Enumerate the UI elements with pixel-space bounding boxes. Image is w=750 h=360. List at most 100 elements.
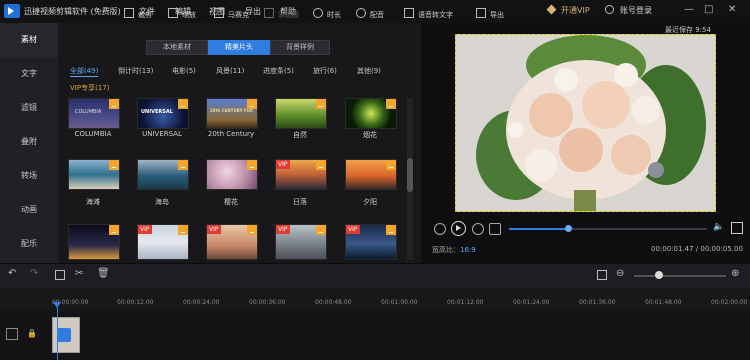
thumbnail-street[interactable]: VIP <box>275 224 327 260</box>
track-lock-icon[interactable]: 🔒 <box>27 329 37 338</box>
download-icon <box>247 160 257 170</box>
playhead[interactable] <box>53 302 61 360</box>
vip-exclusive-label[interactable]: VIP专享(17) <box>70 83 109 93</box>
thumbnail-tech[interactable]: VIP <box>345 224 397 260</box>
timeline-ruler[interactable]: 00:00:00.00 00:00:12.00 00:00:24.00 00:0… <box>0 288 750 310</box>
aspect-label: 宽高比： <box>432 246 460 254</box>
category-all[interactable]: 全部(49) <box>70 66 99 77</box>
preview-frame[interactable] <box>455 34 716 212</box>
aspect-ratio[interactable]: 宽高比：16:9 <box>432 245 476 255</box>
next-frame-button[interactable] <box>472 223 484 235</box>
tab-intro[interactable]: 精美片头 <box>208 40 270 55</box>
close-button[interactable]: ✕ <box>728 4 736 15</box>
maximize-button[interactable]: □ <box>704 4 713 15</box>
thumbnail-desert[interactable]: VIP <box>206 224 258 260</box>
ruler-tick: 00:00:48.00 <box>315 299 352 306</box>
tab-background[interactable]: 背景样例 <box>270 40 330 55</box>
vip-badge: VIP <box>346 225 360 234</box>
edit-icon[interactable] <box>55 270 65 280</box>
zoom-button[interactable]: 缩放 <box>168 8 196 20</box>
clip-settings-icon[interactable] <box>57 328 71 342</box>
download-icon <box>316 99 326 109</box>
ruler-tick: 00:01:48.00 <box>645 299 682 306</box>
crop-label: 裁剪 <box>138 11 152 19</box>
thumbnail-nature[interactable] <box>275 98 327 129</box>
speech-to-text-button[interactable]: 语音转文字 <box>404 8 453 20</box>
sidebar-item-music[interactable]: 配乐 <box>0 227 58 261</box>
export-button[interactable]: 导出 <box>476 8 504 20</box>
zoom-out-icon[interactable]: ⊖ <box>616 268 624 279</box>
add-frame-button[interactable]: 添加帧 <box>264 8 299 20</box>
thumbnail-label: 日落 <box>293 198 307 206</box>
cut-icon[interactable]: ✂ <box>75 268 83 279</box>
thumbnail-20th-century[interactable]: 20th CENTURY FOX <box>206 98 258 129</box>
dubbing-button[interactable]: 配音 <box>356 8 384 20</box>
duration-button[interactable]: 时长 <box>313 8 341 20</box>
open-vip-button[interactable]: 开通VIP <box>546 4 590 16</box>
login-button[interactable]: 账号登录 <box>605 5 652 16</box>
ruler-tick: 00:00:36.00 <box>249 299 286 306</box>
sidebar-item-material[interactable]: 素材 <box>0 23 58 57</box>
scrollbar-thumb[interactable] <box>407 158 413 192</box>
crop-button[interactable]: 裁剪 <box>124 8 152 20</box>
ruler-tick: 00:00:12.00 <box>117 299 154 306</box>
thumbnail-columbia[interactable]: COLUMBIA <box>68 98 120 129</box>
category-travel[interactable]: 旅行(6) <box>313 66 337 76</box>
minimize-button[interactable]: — <box>684 4 694 15</box>
export-icon <box>476 8 486 18</box>
play-button[interactable] <box>451 221 466 236</box>
thumbnail-universal[interactable]: UNIVERSAL <box>137 98 189 129</box>
playback-progress-bar[interactable] <box>509 225 707 232</box>
track-video-icon <box>6 328 18 340</box>
speech-icon <box>404 8 414 18</box>
sidebar-item-overlay[interactable]: 叠附 <box>0 125 58 159</box>
thumbnail-evening-sun[interactable] <box>345 159 397 190</box>
fullscreen-icon[interactable] <box>731 222 743 234</box>
stop-button[interactable] <box>489 223 501 235</box>
category-scenery[interactable]: 风景(11) <box>216 66 244 76</box>
ruler-tick: 00:00:24.00 <box>183 299 220 306</box>
undo-icon[interactable]: ↶ <box>8 268 16 279</box>
add-frame-label: 添加帧 <box>278 11 299 19</box>
download-icon <box>247 99 257 109</box>
thumbnail-beach[interactable] <box>68 159 120 190</box>
volume-icon[interactable]: 🔈 <box>713 222 724 232</box>
sidebar-item-text[interactable]: 文字 <box>0 57 58 91</box>
library-scrollbar[interactable] <box>407 98 413 260</box>
redo-icon[interactable]: ↷ <box>30 268 38 279</box>
zoom-slider-knob[interactable] <box>655 271 663 279</box>
clock-icon <box>313 8 323 18</box>
vip-label: 开通VIP <box>561 6 590 15</box>
timeline-zoom-slider[interactable] <box>634 275 726 277</box>
thumbnail-fireworks[interactable] <box>345 98 397 129</box>
zoom-in-icon[interactable]: ⊕ <box>731 268 739 279</box>
sidebar-item-transition[interactable]: 转场 <box>0 159 58 193</box>
tab-local-material[interactable]: 本地素材 <box>146 40 208 55</box>
video-track[interactable] <box>0 310 750 360</box>
thumbnail-label: 夕阳 <box>363 198 377 206</box>
download-icon <box>247 225 257 235</box>
download-icon <box>109 160 119 170</box>
thumbnail-label: 20th Century <box>207 130 255 138</box>
thumbnail-sunset[interactable]: VIP <box>275 159 327 190</box>
mosaic-button[interactable]: 马赛克 <box>214 8 249 20</box>
thumbnail-sky[interactable]: VIP <box>137 224 189 260</box>
category-countdown[interactable]: 倒计时(13) <box>118 66 153 76</box>
category-progress[interactable]: 进度条(5) <box>263 66 294 76</box>
prev-frame-button[interactable] <box>434 223 446 235</box>
sidebar-item-filter[interactable]: 滤镜 <box>0 91 58 125</box>
diamond-icon <box>546 4 557 15</box>
thumbnail-night-city[interactable] <box>68 224 120 260</box>
thumbnail-label: 烟花 <box>363 131 377 139</box>
category-movie[interactable]: 电影(5) <box>172 66 196 76</box>
category-other[interactable]: 其他(9) <box>357 66 381 76</box>
thumbnail-island[interactable] <box>137 159 189 190</box>
vip-badge: VIP <box>138 225 152 234</box>
thumbnail-sakura[interactable] <box>206 159 258 190</box>
delete-icon[interactable]: 🗑 <box>97 268 110 279</box>
export-label: 导出 <box>490 11 504 19</box>
ruler-tick: 00:01:12.00 <box>447 299 484 306</box>
download-icon <box>109 99 119 109</box>
sidebar-item-animation[interactable]: 动画 <box>0 193 58 227</box>
fit-timeline-icon[interactable] <box>597 270 607 280</box>
